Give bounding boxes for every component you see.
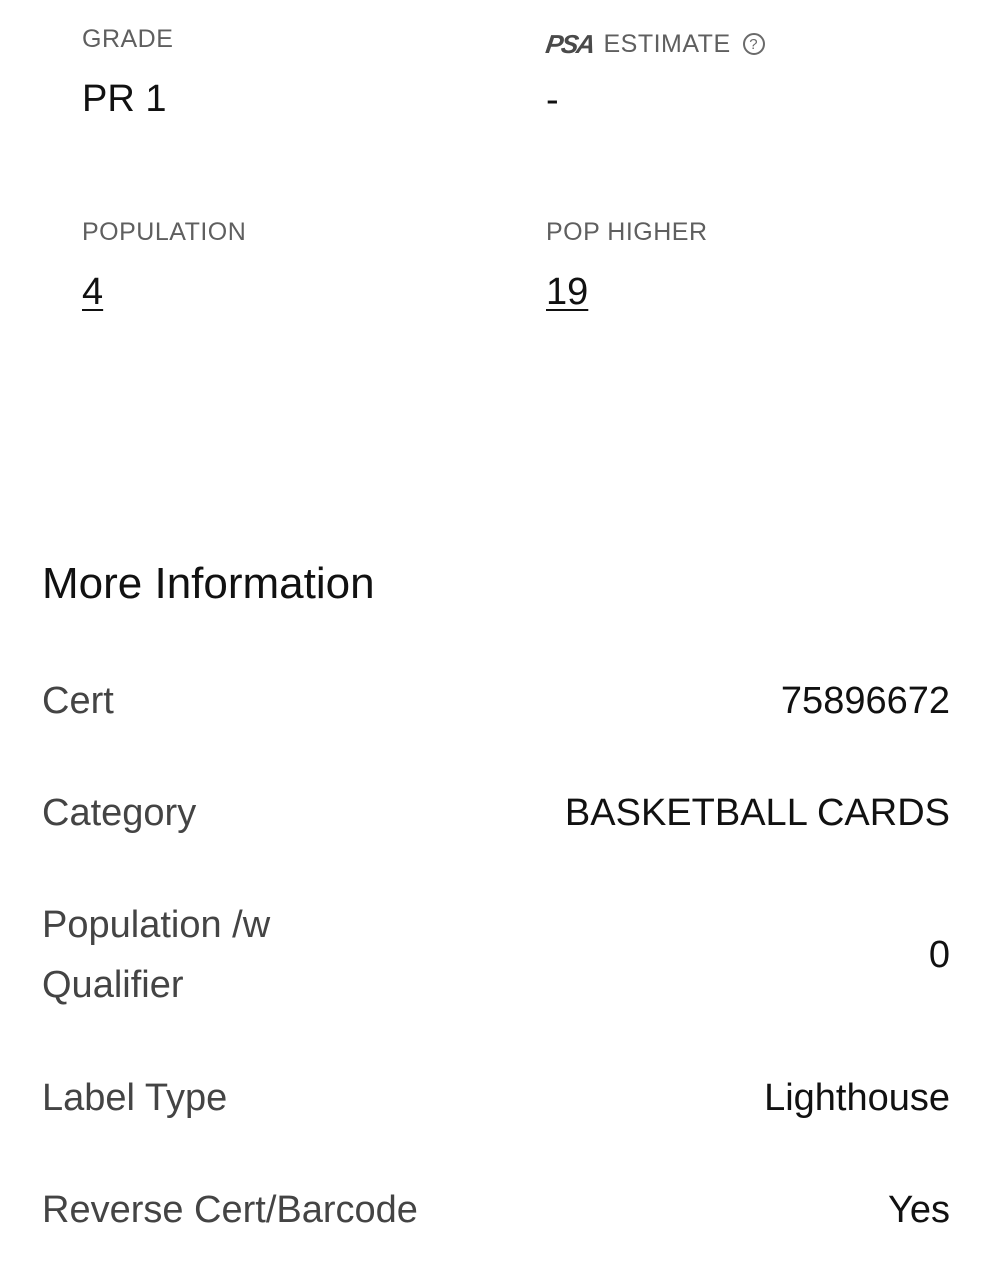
help-icon[interactable]: ? [742,33,765,55]
info-label-reverse-cert: Reverse Cert/Barcode [42,1189,418,1231]
population-link[interactable]: 4 [82,273,246,311]
info-label-population-qualifier: Population /w Qualifier [42,904,271,1006]
psa-estimate-header: PSA ESTIMATE ? [543,29,765,59]
population-label: POPULATION [82,218,247,246]
estimate-value: - [546,79,559,121]
info-value-population-qualifier: 0 [928,934,950,976]
info-label-label-type: Label Type [42,1077,228,1119]
pop-higher-label: POP HIGHER [546,218,708,246]
psa-estimate-stat: PSA ESTIMATE ? - [543,29,765,121]
psa-logo: PSA [543,29,596,59]
info-row-cert: Cert 75896672 [42,671,950,731]
estimate-label: ESTIMATE [603,29,731,58]
info-label-cert: Cert [42,680,114,722]
info-row-population-qualifier: Population /w Qualifier 0 [42,895,950,1015]
info-label-category: Category [42,792,197,834]
population-stat: POPULATION 4 [82,218,247,312]
grade-label: GRADE [82,25,174,53]
pop-higher-link[interactable]: 19 [546,273,708,311]
pop-higher-stat: POP HIGHER 19 [546,218,708,312]
grade-value: PR 1 [82,78,167,120]
info-value-category: BASKETBALL CARDS [564,792,950,834]
info-value-reverse-cert: Yes [888,1189,950,1231]
info-value-label-type: Lighthouse [764,1077,950,1119]
info-row-category: Category BASKETBALL CARDS [42,783,950,843]
info-row-reverse-cert: Reverse Cert/Barcode Yes [42,1180,950,1240]
info-value-cert: 75896672 [780,680,950,722]
info-row-label-type: Label Type Lighthouse [42,1068,950,1128]
grade-stat: GRADE PR 1 [82,25,174,120]
more-information-title: More Information [42,559,375,608]
